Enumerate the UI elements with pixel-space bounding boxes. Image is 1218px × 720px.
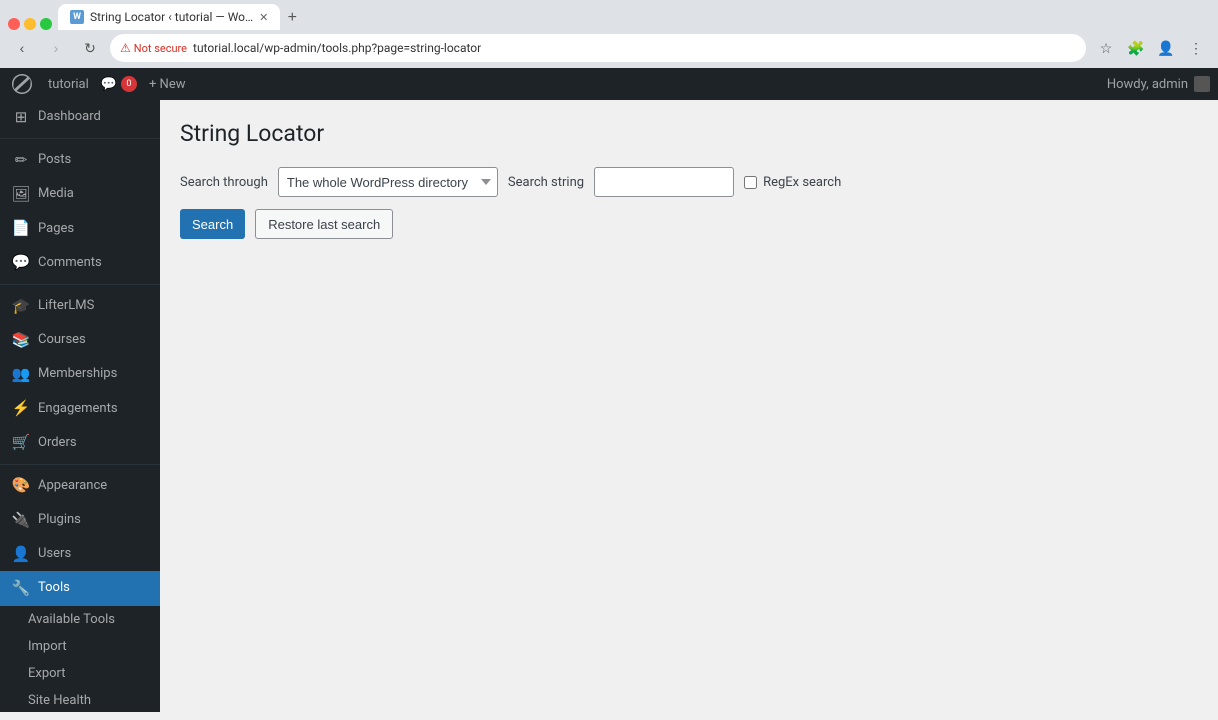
sidebar-item-engagements[interactable]: ⚡ Engagements xyxy=(0,392,160,426)
nav-forward-btn[interactable]: › xyxy=(42,34,70,62)
sidebar-label-media: Media xyxy=(38,185,74,203)
search-string-label: Search string xyxy=(508,175,584,190)
wp-logo-icon xyxy=(12,74,32,94)
sidebar-item-posts[interactable]: ✏ Posts xyxy=(0,143,160,177)
admin-bar-new[interactable]: + New xyxy=(149,77,186,92)
sidebar-label-appearance: Appearance xyxy=(38,477,107,495)
sub-import[interactable]: Import xyxy=(0,633,160,660)
sidebar-item-dashboard[interactable]: ⊞ Dashboard xyxy=(0,100,160,134)
nav-reload-btn[interactable]: ↻ xyxy=(76,34,104,62)
courses-icon: 📚 xyxy=(12,331,30,349)
wp-admin-bar: tutorial 💬 0 + New Howdy, admin xyxy=(0,68,1218,100)
regex-checkbox[interactable] xyxy=(744,176,757,189)
media-icon: 🖼 xyxy=(12,185,30,203)
browser-tab-active[interactable]: W String Locator ‹ tutorial — Wo… ✕ xyxy=(58,4,280,30)
pages-icon: 📄 xyxy=(12,220,30,238)
window-close-btn[interactable] xyxy=(8,18,20,30)
tools-submenu: Available Tools Import Export Site Healt… xyxy=(0,606,160,712)
address-actions: ☆ 🧩 👤 ⋮ xyxy=(1092,34,1210,62)
regex-checkbox-label: RegEx search xyxy=(744,175,841,190)
tab-favicon: W xyxy=(70,10,84,24)
address-bar-row: ‹ › ↻ ⚠ Not secure tutorial.local/wp-adm… xyxy=(0,30,1218,68)
sidebar-label-courses: Courses xyxy=(38,331,86,349)
dashboard-icon: ⊞ xyxy=(12,108,30,126)
tab-close-btn[interactable]: ✕ xyxy=(259,11,268,24)
restore-last-search-button[interactable]: Restore last search xyxy=(255,209,393,239)
search-button[interactable]: Search xyxy=(180,209,245,239)
security-icon: ⚠ xyxy=(120,41,131,55)
posts-icon: ✏ xyxy=(12,151,30,169)
engagements-icon: ⚡ xyxy=(12,400,30,418)
memberships-icon: 👥 xyxy=(12,365,30,383)
sidebar-item-comments[interactable]: 💬 Comments xyxy=(0,246,160,280)
window-maximize-btn[interactable] xyxy=(40,18,52,30)
users-icon: 👤 xyxy=(12,545,30,563)
sidebar-item-pages[interactable]: 📄 Pages xyxy=(0,212,160,246)
extensions-btn[interactable]: 🧩 xyxy=(1122,34,1150,62)
sidebar-label-pages: Pages xyxy=(38,220,74,238)
account-btn[interactable]: 👤 xyxy=(1152,34,1180,62)
sub-export[interactable]: Export xyxy=(0,660,160,687)
appearance-icon: 🎨 xyxy=(12,477,30,495)
orders-icon: 🛒 xyxy=(12,434,30,452)
admin-bar-comments[interactable]: 💬 0 xyxy=(101,76,137,92)
sidebar-item-orders[interactable]: 🛒 Orders xyxy=(0,426,160,460)
sidebar: ⊞ Dashboard ✏ Posts 🖼 Media 📄 Pages 💬 Co… xyxy=(0,100,160,712)
search-through-select[interactable]: The whole WordPress directory Active the… xyxy=(278,167,498,197)
tools-icon: 🔧 xyxy=(12,580,30,598)
sub-available-tools[interactable]: Available Tools xyxy=(0,606,160,633)
lifterlms-icon: 🎓 xyxy=(12,297,30,315)
wp-admin-layout: ⊞ Dashboard ✏ Posts 🖼 Media 📄 Pages 💬 Co… xyxy=(0,100,1218,712)
search-string-input[interactable] xyxy=(594,167,734,197)
page-title: String Locator xyxy=(180,120,1198,147)
regex-label-text: RegEx search xyxy=(763,175,841,190)
sidebar-label-plugins: Plugins xyxy=(38,511,81,529)
sidebar-item-plugins[interactable]: 🔌 Plugins xyxy=(0,503,160,537)
sidebar-item-memberships[interactable]: 👥 Memberships xyxy=(0,357,160,391)
main-content: String Locator Search through The whole … xyxy=(160,100,1218,712)
sidebar-label-tools: Tools xyxy=(38,579,70,597)
url-text: tutorial.local/wp-admin/tools.php?page=s… xyxy=(193,41,481,55)
sidebar-divider-2 xyxy=(0,284,160,285)
sidebar-item-media[interactable]: 🖼 Media xyxy=(0,177,160,211)
sidebar-item-appearance[interactable]: 🎨 Appearance xyxy=(0,469,160,503)
comments-icon: 💬 xyxy=(12,254,30,272)
sidebar-item-courses[interactable]: 📚 Courses xyxy=(0,323,160,357)
comments-badge: 0 xyxy=(121,76,137,92)
wp-logo[interactable] xyxy=(8,70,36,98)
address-bar[interactable]: ⚠ Not secure tutorial.local/wp-admin/too… xyxy=(110,34,1086,62)
search-through-label: Search through xyxy=(180,175,268,190)
admin-bar-howdy: Howdy, admin xyxy=(1107,76,1210,92)
bookmark-btn[interactable]: ☆ xyxy=(1092,34,1120,62)
browser-window: W String Locator ‹ tutorial — Wo… ✕ + ‹ … xyxy=(0,0,1218,68)
sub-site-health[interactable]: Site Health xyxy=(0,687,160,712)
sidebar-item-tools[interactable]: 🔧 Tools xyxy=(0,571,160,605)
tab-bar: W String Locator ‹ tutorial — Wo… ✕ + xyxy=(0,0,1218,30)
sidebar-label-users: Users xyxy=(38,545,71,563)
nav-back-btn[interactable]: ‹ xyxy=(8,34,36,62)
form-buttons: Search Restore last search xyxy=(180,209,1198,239)
sidebar-label-memberships: Memberships xyxy=(38,365,117,383)
sidebar-item-users[interactable]: 👤 Users xyxy=(0,537,160,571)
tab-title: String Locator ‹ tutorial — Wo… xyxy=(90,10,253,24)
sidebar-divider-1 xyxy=(0,138,160,139)
security-indicator: ⚠ Not secure xyxy=(120,41,187,55)
sidebar-label-dashboard: Dashboard xyxy=(38,108,101,126)
sidebar-label-lifterlms: LifterLMS xyxy=(38,297,94,315)
sidebar-label-engagements: Engagements xyxy=(38,400,118,418)
sidebar-item-lifterlms[interactable]: 🎓 LifterLMS xyxy=(0,289,160,323)
admin-bar-site[interactable]: tutorial xyxy=(48,77,89,92)
sidebar-label-posts: Posts xyxy=(38,151,71,169)
window-minimize-btn[interactable] xyxy=(24,18,36,30)
sidebar-label-orders: Orders xyxy=(38,434,77,452)
search-form: Search through The whole WordPress direc… xyxy=(180,167,1198,197)
results-area xyxy=(180,251,1198,651)
sidebar-label-comments: Comments xyxy=(38,254,102,272)
admin-avatar xyxy=(1194,76,1210,92)
menu-btn[interactable]: ⋮ xyxy=(1182,34,1210,62)
new-tab-btn[interactable]: + xyxy=(280,6,304,30)
sidebar-divider-3 xyxy=(0,464,160,465)
plugins-icon: 🔌 xyxy=(12,511,30,529)
